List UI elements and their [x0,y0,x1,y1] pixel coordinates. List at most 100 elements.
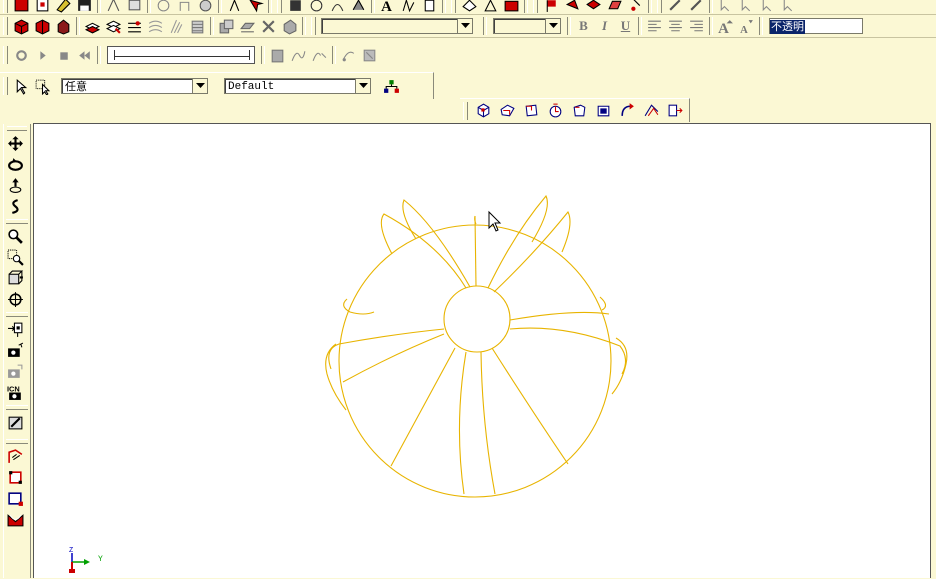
toolbar-grip[interactable] [3,0,8,13]
view-front-icon[interactable] [495,101,519,120]
size-combobox[interactable] [493,18,561,34]
font-combobox[interactable] [321,18,473,34]
slider-thumb[interactable] [114,50,115,60]
sweep-icon[interactable] [53,17,74,36]
sketch-plane-icon[interactable] [4,446,26,467]
tag-icon[interactable] [562,0,583,14]
underline-button[interactable]: U [615,17,636,36]
animation-settings-icon[interactable] [338,46,359,65]
flag-icon[interactable] [541,0,562,14]
align-center-icon[interactable] [665,17,686,36]
bold-button[interactable]: B [573,17,594,36]
sphere-icon[interactable] [327,0,348,14]
view-auxiliary-icon[interactable] [639,101,663,120]
look-at-icon[interactable] [4,319,26,340]
face-offset-icon[interactable] [258,17,279,36]
cursor-icon[interactable] [715,0,736,14]
boolean-subtract-icon[interactable] [124,17,145,36]
dolly-icon[interactable] [4,175,26,196]
boolean-union-icon[interactable] [103,17,124,36]
font-grow-icon[interactable]: A [715,17,736,36]
play-icon[interactable] [32,46,53,65]
view-back-icon[interactable] [567,101,591,120]
zoom-window-icon[interactable] [4,247,26,268]
view-fit-icon[interactable] [663,101,687,120]
font-shrink-icon[interactable]: A [736,17,757,36]
cursor-drag-icon[interactable] [778,0,799,14]
revolve-icon[interactable] [32,17,53,36]
animation-slider[interactable] [107,46,255,64]
pin-icon[interactable] [625,0,646,14]
keyframe-icon[interactable] [267,46,288,65]
select-box-icon[interactable] [32,77,53,96]
align-left-icon[interactable] [644,17,665,36]
redo-icon[interactable] [174,0,195,14]
cut-icon[interactable] [103,0,124,14]
render-icon[interactable] [4,412,26,433]
twist-icon[interactable] [4,196,26,217]
cylinder-icon[interactable] [285,0,306,14]
chevron-down-icon[interactable] [457,19,472,33]
chevron-down-icon[interactable] [355,79,370,93]
sketch-rect-icon[interactable] [4,467,26,488]
rotate-view-icon[interactable] [4,154,26,175]
sketch-face-icon[interactable] [4,488,26,509]
mirror-icon[interactable] [279,17,300,36]
cone-icon[interactable] [306,0,327,14]
toolbar-grip[interactable] [7,126,27,131]
brush-icon[interactable] [686,0,707,14]
chamfer-icon[interactable] [237,17,258,36]
center-icon[interactable] [4,289,26,310]
undo-icon[interactable] [153,0,174,14]
align-right-icon[interactable] [686,17,707,36]
animation-export-icon[interactable] [359,46,380,65]
selection-filter-combobox[interactable]: 任意 [61,78,208,94]
view-top-icon[interactable] [519,101,543,120]
fillet-icon[interactable] [480,0,501,14]
view-left-icon[interactable] [615,101,639,120]
path-icon[interactable] [288,46,309,65]
cursor-alt-icon[interactable] [736,0,757,14]
chevron-down-icon[interactable] [545,19,560,33]
wedge-icon[interactable]: A [377,0,398,14]
assembly-tree-icon[interactable] [381,77,402,96]
layer-icon[interactable] [583,0,604,14]
extrude-icon[interactable] [11,17,32,36]
open-icon[interactable] [32,0,53,14]
view-bottom-icon[interactable] [591,101,615,120]
record-icon[interactable] [11,46,32,65]
view-iso-icon[interactable] [471,101,495,120]
pan-icon[interactable] [4,133,26,154]
shell-icon[interactable] [459,0,480,14]
toolbar-grip[interactable] [463,101,468,120]
zoom-icon[interactable] [4,226,26,247]
section-icon[interactable] [187,17,208,36]
drawing-canvas[interactable]: Z Y [33,123,930,578]
chevron-down-icon[interactable] [192,79,207,93]
pen-icon[interactable] [665,0,686,14]
camera-target-icon[interactable] [4,361,26,382]
toolbar-grip[interactable] [3,46,8,64]
draft-icon[interactable] [166,17,187,36]
stop-icon[interactable] [53,46,74,65]
move-icon[interactable] [419,0,440,14]
camera-icon[interactable] [4,340,26,361]
loft-icon[interactable] [82,17,103,36]
copy-icon[interactable] [124,0,145,14]
plane-icon[interactable] [604,0,625,14]
print-icon[interactable] [501,0,522,14]
save-as-icon[interactable] [53,0,74,14]
toolbar-grip[interactable] [3,77,8,95]
select-pointer-icon[interactable] [11,77,32,96]
zoom-box-icon[interactable] [4,268,26,289]
blend-icon[interactable] [216,17,237,36]
view-right-icon[interactable] [543,101,567,120]
rewind-icon[interactable] [74,46,95,65]
sketch-curve-icon[interactable] [4,509,26,530]
italic-button[interactable]: I [594,17,615,36]
save-icon[interactable] [74,0,95,14]
rotate-icon[interactable] [398,0,419,14]
torus-icon[interactable] [348,0,369,14]
select-arrow-icon[interactable] [224,0,245,14]
cursor-pick-icon[interactable] [757,0,778,14]
